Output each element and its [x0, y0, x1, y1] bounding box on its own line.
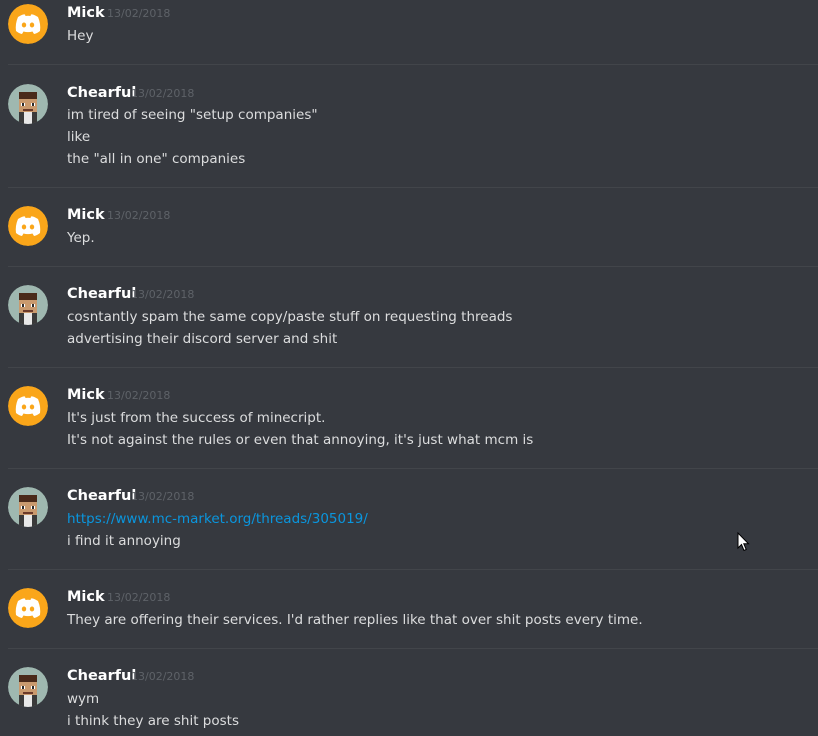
username[interactable]: Chearful [67, 285, 136, 303]
message-text: It's just from the success of minecript. [67, 410, 326, 426]
message-text: wym [67, 691, 100, 707]
message-text: Yep. [67, 230, 95, 246]
username[interactable]: Mick [67, 4, 105, 22]
message-text: cosntantly spam the same copy/paste stuf… [67, 309, 513, 325]
message-text: advertising their discord server and shi… [67, 331, 338, 347]
message-text: Hey [67, 28, 94, 44]
discord-logo-icon[interactable] [8, 206, 48, 246]
mouse-pointer-icon [737, 531, 751, 552]
character-avatar-icon[interactable] [8, 285, 48, 325]
message-text: like [67, 129, 91, 145]
message-text: They are offering their services. I'd ra… [67, 612, 643, 628]
username[interactable]: Chearful [67, 487, 136, 505]
character-avatar-icon[interactable] [8, 667, 48, 707]
chat-messages: Mick 13/02/2018 Hey Chearful 13/02/2018 … [0, 0, 818, 736]
message-text: im tired of seeing "setup companies" [67, 107, 318, 123]
message-divider [8, 648, 818, 649]
timestamp: 13/02/2018 [131, 670, 195, 683]
message-link[interactable]: https://www.mc-market.org/threads/305019… [67, 509, 368, 529]
timestamp: 13/02/2018 [131, 490, 195, 503]
message-text: i find it annoying [67, 533, 181, 549]
message-divider [8, 187, 818, 188]
discord-logo-icon[interactable] [8, 4, 48, 44]
discord-logo-icon[interactable] [8, 588, 48, 628]
username[interactable]: Mick [67, 588, 105, 606]
message-divider [8, 64, 818, 65]
timestamp: 13/02/2018 [131, 87, 195, 100]
username[interactable]: Mick [67, 386, 105, 404]
timestamp: 13/02/2018 [107, 209, 171, 222]
username[interactable]: Chearful [67, 84, 136, 102]
message-divider [8, 266, 818, 267]
message-text: the "all in one" companies [67, 151, 246, 167]
timestamp: 13/02/2018 [107, 389, 171, 402]
message-text: It's not against the rules or even that … [67, 432, 534, 448]
message-divider [8, 569, 818, 570]
message-text: i think they are shit posts [67, 713, 239, 729]
username[interactable]: Chearful [67, 667, 136, 685]
username[interactable]: Mick [67, 206, 105, 224]
message-divider [8, 468, 818, 469]
character-avatar-icon[interactable] [8, 487, 48, 527]
discord-logo-icon[interactable] [8, 386, 48, 426]
message-divider [8, 367, 818, 368]
timestamp: 13/02/2018 [107, 7, 171, 20]
timestamp: 13/02/2018 [131, 288, 195, 301]
character-avatar-icon[interactable] [8, 84, 48, 124]
timestamp: 13/02/2018 [107, 591, 171, 604]
